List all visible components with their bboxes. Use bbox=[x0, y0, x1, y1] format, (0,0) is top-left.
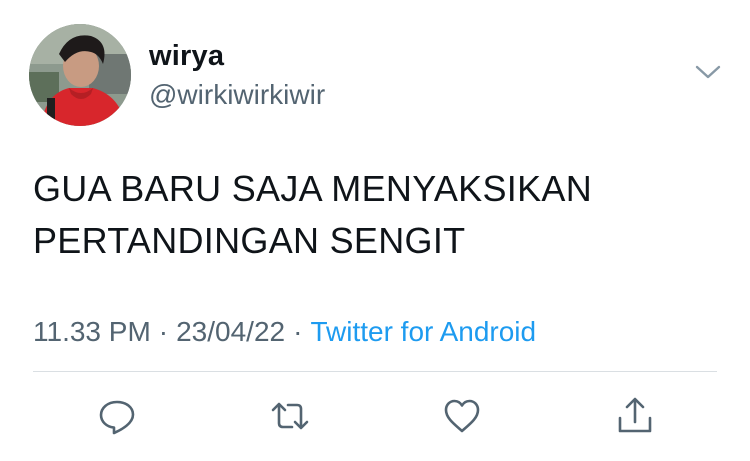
like-button[interactable] bbox=[442, 396, 482, 436]
avatar-photo bbox=[29, 24, 131, 126]
tweet-time[interactable]: 11.33 PM bbox=[33, 316, 151, 347]
heart-icon bbox=[444, 399, 480, 433]
retweet-icon bbox=[271, 402, 309, 430]
meta-separator: · bbox=[293, 316, 303, 347]
tweet-meta: 11.33 PM · 23/04/22 · Twitter for Android bbox=[33, 314, 536, 350]
reply-button[interactable] bbox=[97, 396, 137, 436]
display-name[interactable]: wirya bbox=[149, 38, 224, 74]
tweet-text-line: PERTANDINGAN SENGIT bbox=[33, 220, 466, 261]
meta-separator: · bbox=[158, 316, 169, 347]
tweet-text: GUA BARU SAJA MENYAKSIKAN PERTANDINGAN S… bbox=[33, 163, 723, 267]
user-handle[interactable]: @wirkiwirkiwir bbox=[149, 78, 325, 112]
retweet-button[interactable] bbox=[270, 396, 310, 436]
tweet-date[interactable]: 23/04/22 bbox=[176, 316, 285, 347]
reply-icon bbox=[99, 400, 135, 435]
avatar[interactable] bbox=[29, 24, 131, 126]
divider bbox=[33, 371, 717, 372]
tweet-source-link[interactable]: Twitter for Android bbox=[310, 316, 536, 347]
tweet-text-line: GUA BARU SAJA MENYAKSIKAN bbox=[33, 168, 592, 209]
share-icon bbox=[618, 397, 652, 433]
tweet-card: wirya @wirkiwirkiwir GUA BARU SAJA MENYA… bbox=[0, 0, 750, 461]
chevron-down-icon[interactable] bbox=[692, 60, 724, 84]
share-button[interactable] bbox=[615, 396, 655, 436]
